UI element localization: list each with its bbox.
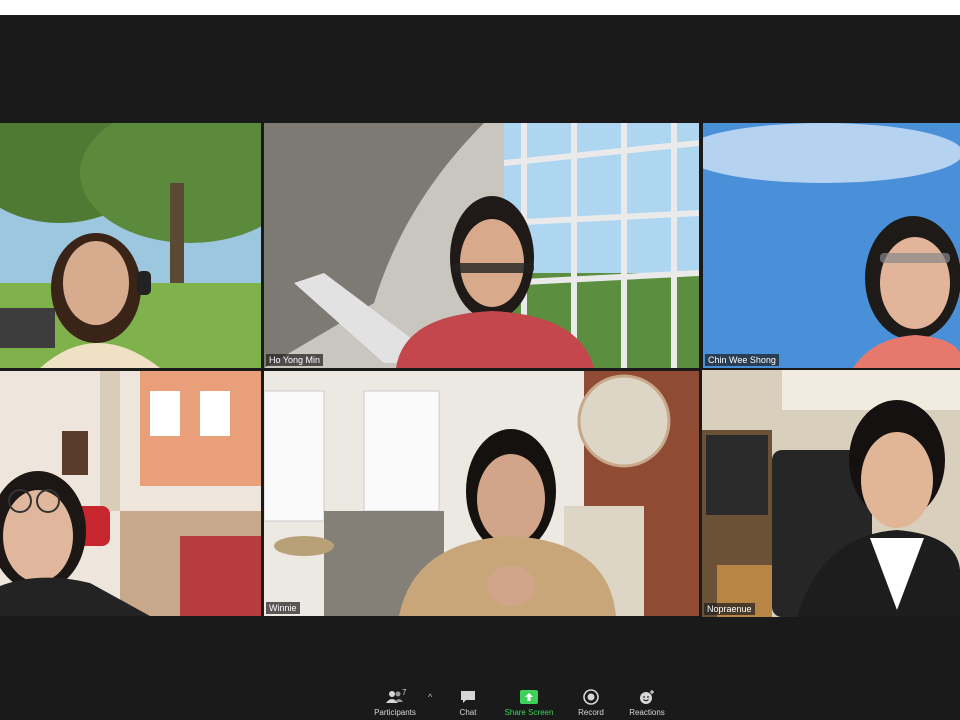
participant-name-tag: Nopraenue — [704, 603, 755, 615]
video-feed-garden — [0, 123, 261, 368]
participants-count: 7 — [402, 688, 407, 697]
video-feed-atrium — [264, 123, 699, 368]
chat-button[interactable]: Chat — [438, 689, 498, 720]
video-tile-2[interactable]: Ho Yong Min — [264, 123, 699, 368]
share-screen-icon — [520, 689, 538, 705]
participants-label: Participants — [374, 708, 416, 717]
video-feed-living-room — [0, 371, 261, 616]
video-feed-office — [702, 370, 960, 617]
share-screen-button[interactable]: Share Screen — [499, 689, 559, 720]
reactions-label: Reactions — [629, 708, 665, 717]
video-tile-1[interactable] — [0, 123, 261, 368]
participants-button[interactable]: 7 Participants — [365, 688, 425, 720]
participants-icon: 7 — [386, 688, 407, 705]
share-screen-label: Share Screen — [504, 708, 554, 717]
participant-name-tag: Ho Yong Min — [266, 354, 324, 366]
meeting-toolbar: 7 Participants ^ Chat Share Screen Recor… — [0, 680, 960, 720]
reactions-button[interactable]: Reactions — [617, 689, 677, 720]
chat-icon — [459, 689, 477, 705]
participant-name-tag: Chin Wee Shong — [705, 354, 779, 366]
record-icon — [582, 689, 600, 705]
record-button[interactable]: Record — [561, 689, 621, 720]
chevron-up-icon[interactable]: ^ — [428, 692, 432, 702]
video-tile-3[interactable]: Chin Wee Shong — [703, 123, 960, 368]
reactions-icon — [638, 689, 656, 705]
window-top-bar — [0, 0, 960, 15]
video-feed-sky — [703, 123, 960, 368]
video-tile-6-active-speaker[interactable]: Nopraenue — [702, 370, 960, 617]
record-label: Record — [578, 708, 604, 717]
video-tile-4[interactable] — [0, 371, 261, 616]
video-tile-5[interactable]: Winnie — [264, 371, 699, 616]
video-feed-lounge — [264, 371, 699, 616]
chat-label: Chat — [459, 708, 477, 717]
participant-name-tag: Winnie — [266, 602, 300, 614]
